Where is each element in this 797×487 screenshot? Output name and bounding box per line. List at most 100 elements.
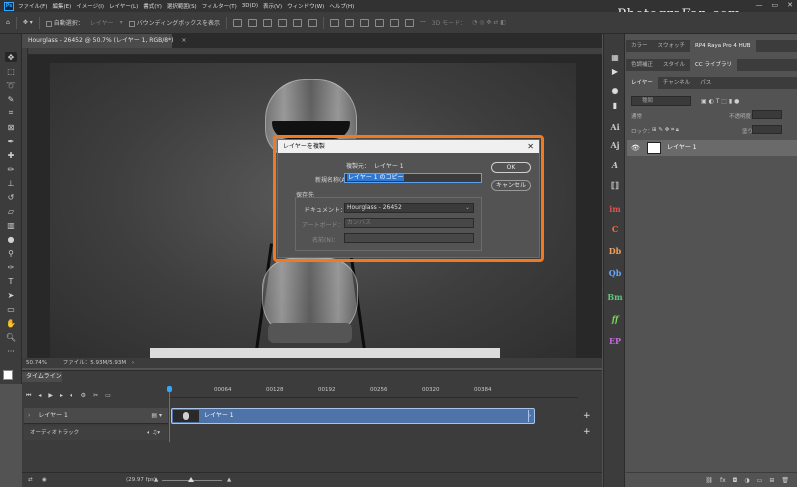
home-icon[interactable]: ⌂ xyxy=(6,19,10,26)
tab-color[interactable]: カラー xyxy=(626,40,653,52)
add-audio-icon[interactable]: + xyxy=(583,427,591,437)
frame-rate[interactable]: (29.97 fps) xyxy=(126,473,156,487)
opacity-input[interactable] xyxy=(752,110,782,119)
onion-skin-icon[interactable]: ◉ xyxy=(42,473,47,487)
first-frame-icon[interactable]: ⏮ xyxy=(26,392,31,402)
menu-file[interactable]: ファイル(F) xyxy=(18,2,47,10)
healing-brush-tool-icon[interactable]: ✚ xyxy=(5,150,17,160)
character-icon[interactable]: A xyxy=(607,158,623,172)
trash-icon[interactable]: 🗑︎ xyxy=(781,477,789,484)
next-frame-icon[interactable]: ▸ xyxy=(60,392,63,402)
layer-filter-dropdown[interactable]: 種類 xyxy=(631,96,691,106)
distribute-left-icon[interactable] xyxy=(375,18,385,27)
convert-icon[interactable]: ⇄ xyxy=(28,473,33,487)
more-options-icon[interactable]: ··· xyxy=(420,19,426,26)
zoom-out-mountain-icon[interactable]: ▲ xyxy=(154,473,158,487)
auto-select-checkbox[interactable]: 自動選択： xyxy=(45,18,84,27)
extension-ep-icon[interactable]: EP xyxy=(607,334,623,348)
brightness-icon[interactable]: ✺ xyxy=(607,84,623,98)
quick-select-tool-icon[interactable]: ✎ xyxy=(5,94,17,104)
new-group-icon[interactable]: ▭ xyxy=(757,477,763,484)
glyphs-icon[interactable]: ⟦⟧ xyxy=(607,178,623,192)
extension-c-icon[interactable]: C xyxy=(607,222,623,236)
timeline-tab[interactable]: タイムライン xyxy=(22,372,62,382)
3d-orbit-icon[interactable]: ◔ ◎ ✥ ⇄ ◧ xyxy=(472,19,506,26)
menu-window[interactable]: ウィンドウ(W) xyxy=(287,2,324,10)
menu-image[interactable]: イメージ(I) xyxy=(76,2,104,10)
menu-help[interactable]: ヘルプ(H) xyxy=(329,2,354,10)
tab-swatches[interactable]: スウォッチ xyxy=(653,40,691,52)
more-tools-icon[interactable]: ··· xyxy=(5,346,17,356)
menu-edit[interactable]: 編集(E) xyxy=(52,2,71,10)
tab-adjustments[interactable]: 色調補正 xyxy=(626,59,658,71)
distribute-center-icon[interactable] xyxy=(390,18,400,27)
add-media-icon[interactable]: + xyxy=(583,411,591,421)
extension-ff-icon[interactable]: ff xyxy=(607,312,623,326)
foreground-color-swatch[interactable] xyxy=(3,370,13,380)
fill-input[interactable] xyxy=(752,125,782,134)
expand-chevron-icon[interactable]: › xyxy=(28,412,30,419)
brush-tool-icon[interactable]: ✏ xyxy=(5,164,17,174)
move-tool-icon[interactable]: ✥ xyxy=(5,52,17,62)
audio-icon[interactable]: 🔈︎ xyxy=(70,392,74,402)
lock-icons[interactable]: ⊞ ✎ ✥ ⌗ 🔒︎ xyxy=(652,127,679,134)
distribute-middle-icon[interactable] xyxy=(345,18,355,27)
eraser-tool-icon[interactable]: ▱ xyxy=(5,206,17,216)
paragraph-icon[interactable]: ▮ xyxy=(607,98,623,112)
document-select[interactable]: Hourglass - 26452 ⌄ xyxy=(344,203,474,213)
fx-icon[interactable]: fx xyxy=(720,477,726,484)
add-mask-icon[interactable]: ◘ xyxy=(733,477,738,484)
extension-bm-icon[interactable]: Bm xyxy=(607,290,623,304)
horizontal-ruler[interactable] xyxy=(28,48,602,55)
type-tool-icon[interactable]: T xyxy=(5,276,17,286)
marquee-tool-icon[interactable]: ⬚ xyxy=(5,66,17,76)
new-layer-icon[interactable]: ⊞ xyxy=(769,477,774,484)
tab-cc-libraries[interactable]: CC ライブラリ xyxy=(690,59,737,71)
play-icon[interactable]: ▶ xyxy=(48,392,53,402)
clone-stamp-tool-icon[interactable]: ⊥ xyxy=(5,178,17,188)
menu-view[interactable]: 表示(V) xyxy=(263,2,282,10)
minimize-button[interactable]: — xyxy=(756,1,763,9)
zoom-level[interactable]: 50.74% xyxy=(26,360,47,366)
menu-3d[interactable]: 3D(D) xyxy=(242,3,258,9)
hand-tool-icon[interactable]: ✋ xyxy=(5,318,17,328)
align-top-icon[interactable] xyxy=(278,18,288,27)
extension-ai-icon[interactable]: Ai xyxy=(607,120,623,134)
auto-select-target-dropdown[interactable]: レイヤー xyxy=(90,18,114,27)
path-select-tool-icon[interactable]: ➤ xyxy=(5,290,17,300)
link-layers-icon[interactable]: ⛓︎ xyxy=(705,477,713,484)
timeline-ruler[interactable]: 00064 00128 00192 00256 00320 00384 xyxy=(168,384,578,398)
move-tool-icon[interactable]: ✥ ▾ xyxy=(23,19,33,26)
crop-tool-icon[interactable]: ⌗ xyxy=(5,108,17,118)
layer-row[interactable]: 👁︎ レイヤー 1 xyxy=(627,140,797,156)
adjustment-layer-icon[interactable]: ◑ xyxy=(744,477,749,484)
blur-tool-icon[interactable]: ● xyxy=(5,234,17,244)
menu-layer[interactable]: レイヤー(L) xyxy=(109,2,138,10)
color-swatches[interactable] xyxy=(3,370,19,386)
align-left-icon[interactable] xyxy=(233,18,243,27)
menu-select[interactable]: 選択範囲(S) xyxy=(167,2,197,10)
timeline-zoom-thumb[interactable] xyxy=(188,477,194,482)
visibility-eye-icon[interactable]: 👁︎ xyxy=(631,140,640,156)
distribute-right-icon[interactable] xyxy=(405,18,415,27)
tab-paths[interactable]: パス xyxy=(695,77,716,89)
extension-db-icon[interactable]: Db xyxy=(607,244,623,258)
align-right-icon[interactable] xyxy=(263,18,273,27)
extension-im-icon[interactable]: im xyxy=(607,202,623,216)
maximize-button[interactable]: ▭ xyxy=(772,1,779,9)
zoom-in-mountain-icon[interactable]: ▲ xyxy=(227,473,231,487)
layer-track-header[interactable]: › レイヤー 1 ▤ ▾ xyxy=(24,408,168,424)
close-icon[interactable]: × xyxy=(181,37,186,44)
close-button[interactable]: ✕ xyxy=(787,1,793,9)
tab-styles[interactable]: スタイル xyxy=(658,59,690,71)
status-chevron-icon[interactable]: › xyxy=(132,360,134,366)
document-tab[interactable]: Hourglass - 26452 @ 50.7% (レイヤー 1, RGB/8… xyxy=(22,34,186,48)
film-icon[interactable]: ▤ ▾ xyxy=(151,408,162,424)
clip-end-handle[interactable]: › xyxy=(528,410,533,422)
distribute-top-icon[interactable] xyxy=(330,18,340,27)
settings-icon[interactable]: ⚙ xyxy=(81,392,86,402)
filter-icons[interactable]: ▣ ◐ T ⬚ ▮ ● xyxy=(701,98,739,105)
distribute-bottom-icon[interactable] xyxy=(360,18,370,27)
cancel-button[interactable]: キャンセル xyxy=(491,180,531,191)
menu-filter[interactable]: フィルター(T) xyxy=(202,2,237,10)
